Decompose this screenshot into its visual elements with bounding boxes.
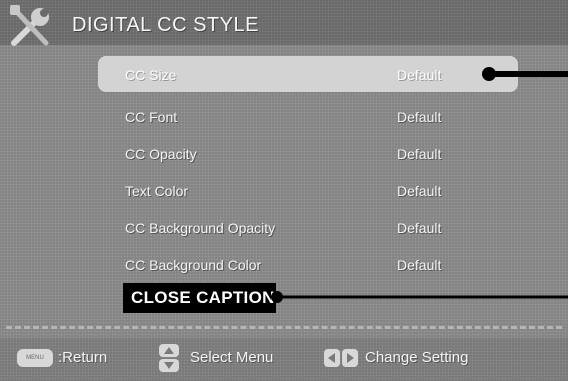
menu-item-label: Text Color [125,183,189,199]
menu-item-value: Default [397,146,442,162]
close-caption-callout-label: CLOSE CAPTION [123,283,276,313]
select-menu-hint: Select Menu [190,349,274,366]
menu-item-value: Default [397,220,442,236]
menu-item-label: CC Background Opacity [125,220,276,236]
return-hint: :Return [58,349,108,366]
change-setting-hint: Change Setting [365,349,469,366]
osd-screen: DIGITAL CC STYLE CC Size Default CC Font… [0,0,568,381]
menu-key-icon: MENU [17,349,53,367]
menu-item-label: CC Size [125,67,177,83]
tools-icon [6,3,56,51]
menu-item-label: CC Font [125,109,178,125]
menu-item-text-color[interactable]: Text Color Default [98,172,518,208]
menu-item-value: Default [397,257,442,273]
menu-item-label: CC Background Color [125,257,262,273]
menu-item-label: CC Opacity [125,146,197,162]
menu-item-value: Default [397,109,442,125]
menu-item-cc-opacity[interactable]: CC Opacity Default [98,135,518,171]
menu-item-cc-font[interactable]: CC Font Default [98,98,518,134]
close-caption-leader-line [271,291,568,303]
up-down-keys-icon [158,343,180,373]
menu-item-value: Default [397,67,442,83]
divider [6,326,562,329]
menu-item-cc-background-opacity[interactable]: CC Background Opacity Default [98,209,518,245]
menu-item-value: Default [397,183,442,199]
left-right-keys-icon [323,348,359,368]
page-title: DIGITAL CC STYLE [72,14,259,36]
menu-footer: MENU :Return Select Menu Change Setting [0,338,568,381]
menu-header: DIGITAL CC STYLE [0,0,568,46]
menu-item-cc-background-color[interactable]: CC Background Color Default [98,246,518,282]
menu-item-cc-size[interactable]: CC Size Default [98,56,518,92]
